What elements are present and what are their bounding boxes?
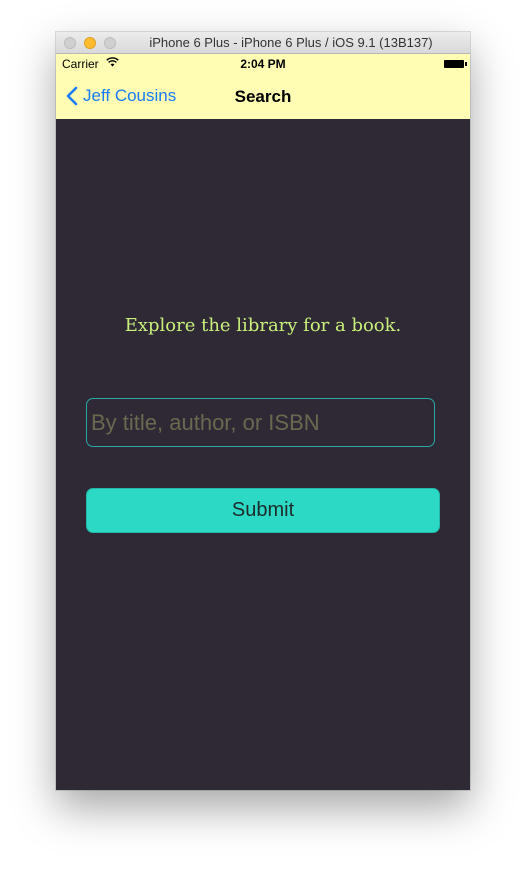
search-screen: Explore the library for a book. Submit [56, 119, 470, 790]
status-bar: Carrier 2:04 PM [56, 54, 470, 74]
simulator-window: iPhone 6 Plus - iPhone 6 Plus / iOS 9.1 … [56, 32, 470, 790]
window-titlebar: iPhone 6 Plus - iPhone 6 Plus / iOS 9.1 … [56, 32, 470, 54]
submit-button[interactable]: Submit [86, 488, 440, 533]
back-button[interactable]: Jeff Cousins [66, 84, 176, 108]
close-window-button[interactable] [64, 37, 76, 49]
minimize-window-button[interactable] [84, 37, 96, 49]
navigation-bar: Jeff Cousins Search [56, 74, 470, 119]
search-input[interactable] [86, 398, 435, 447]
window-title: iPhone 6 Plus - iPhone 6 Plus / iOS 9.1 … [149, 35, 433, 50]
status-time: 2:04 PM [240, 57, 286, 71]
page-title: Search [234, 87, 292, 106]
explore-prompt: Explore the library for a book. [124, 315, 402, 336]
battery-icon [444, 60, 467, 68]
zoom-window-button[interactable] [104, 37, 116, 49]
back-button-label: Jeff Cousins [83, 86, 177, 105]
chevron-left-icon [66, 86, 78, 106]
